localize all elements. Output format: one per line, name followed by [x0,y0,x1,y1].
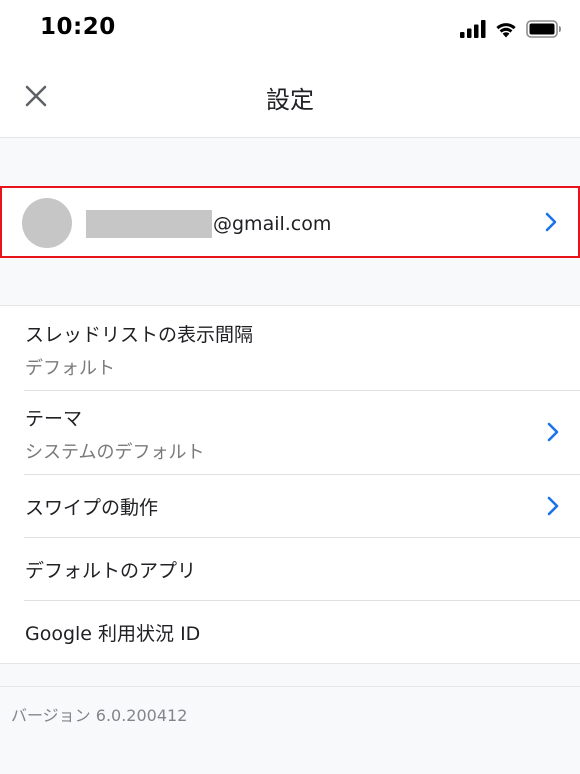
setting-title: スワイプの動作 [25,497,159,519]
battery-icon [526,20,562,42]
chevron-right-icon [544,211,558,233]
chevron-right-icon [546,495,560,517]
setting-default-apps[interactable]: デフォルトのアプリ [0,537,580,600]
setting-usage-id[interactable]: Google 利用状況 ID [0,600,580,663]
version-label: バージョン 6.0.200412 [11,706,188,725]
status-time: 10:20 [40,14,116,40]
setting-title: スレッドリストの表示間隔 [25,324,254,346]
wifi-icon [494,20,518,42]
app-header: 設定 [0,60,580,138]
chevron-right-icon [546,421,560,443]
settings-screen: 10:20 設定 @gmail.com スレッドリストの表示間隔 デフォルト テ… [0,0,580,774]
setting-swipe-actions[interactable]: スワイプの動作 [0,474,580,537]
account-email: @gmail.com [213,213,332,235]
account-row[interactable]: @gmail.com [0,186,580,258]
status-icons [460,20,562,42]
setting-thread-density[interactable]: スレッドリストの表示間隔 デフォルト [0,306,580,390]
setting-value: デフォルト [25,358,115,379]
footer-divider [0,686,580,687]
page-title: 設定 [266,86,314,114]
redacted-username [86,210,212,238]
setting-title: Google 利用状況 ID [25,623,201,645]
avatar [22,198,72,248]
status-bar: 10:20 [0,0,580,60]
settings-list: スレッドリストの表示間隔 デフォルト テーマ システムのデフォルト スワイプの動… [0,305,580,664]
setting-value: システムのデフォルト [25,442,205,463]
setting-title: テーマ [25,408,83,430]
signal-icon [460,20,486,42]
setting-theme[interactable]: テーマ システムのデフォルト [0,390,580,474]
setting-title: デフォルトのアプリ [25,560,197,582]
